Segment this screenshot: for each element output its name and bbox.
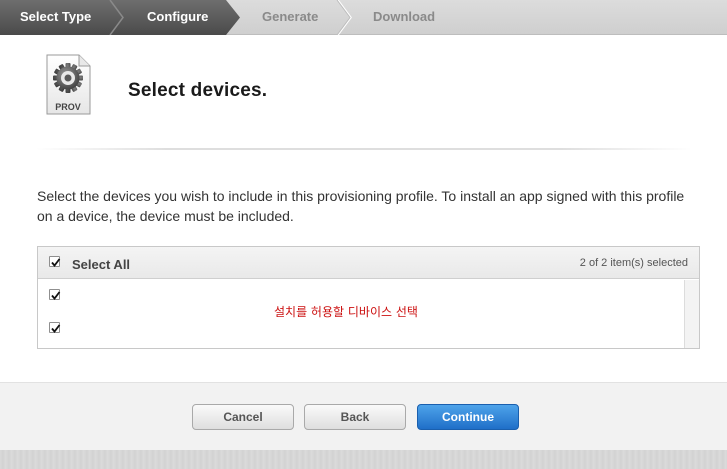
back-button[interactable]: Back: [304, 404, 406, 430]
footer-bar: Cancel Back Continue: [0, 382, 727, 450]
device-table-header: Select All 2 of 2 item(s) selected: [38, 247, 699, 279]
header-divider: [36, 148, 692, 150]
continue-button[interactable]: Continue: [417, 404, 519, 430]
select-all-checkbox[interactable]: [49, 256, 61, 267]
checkmark-icon: [51, 324, 61, 333]
scrollbar[interactable]: [684, 280, 699, 348]
annotation-text: 설치를 허용할 디바이스 선택: [274, 305, 418, 319]
checkmark-icon: [51, 291, 61, 300]
step-configure[interactable]: Configure: [147, 0, 208, 35]
step-download: Download: [373, 9, 436, 24]
prov-icon-label: PROV: [55, 102, 81, 112]
provisioning-profile-gear-icon: PROV: [46, 54, 91, 115]
device-list: 설치를 허용할 디바이스 선택: [38, 280, 699, 348]
cancel-button[interactable]: Cancel: [192, 404, 294, 430]
selection-count: 2 of 2 item(s) selected: [579, 257, 688, 269]
step-select-type[interactable]: Select Type: [20, 0, 91, 35]
wizard-stepper: Select Type Configure Generate Download: [0, 0, 727, 35]
checkmark-icon: [51, 258, 61, 267]
step-generate: Generate: [262, 9, 319, 24]
instructions-text: Select the devices you wish to include i…: [37, 188, 685, 224]
page-title: Select devices.: [128, 80, 268, 101]
device-table: Select All 2 of 2 item(s) selected 설치를 허…: [37, 246, 700, 349]
bottom-texture-strip: [0, 450, 727, 469]
chevron-right-icon: [336, 0, 352, 35]
chevron-right-icon: [109, 0, 124, 35]
device-checkbox[interactable]: [49, 322, 61, 333]
device-checkbox[interactable]: [49, 289, 61, 300]
select-all-label[interactable]: Select All: [72, 257, 130, 272]
